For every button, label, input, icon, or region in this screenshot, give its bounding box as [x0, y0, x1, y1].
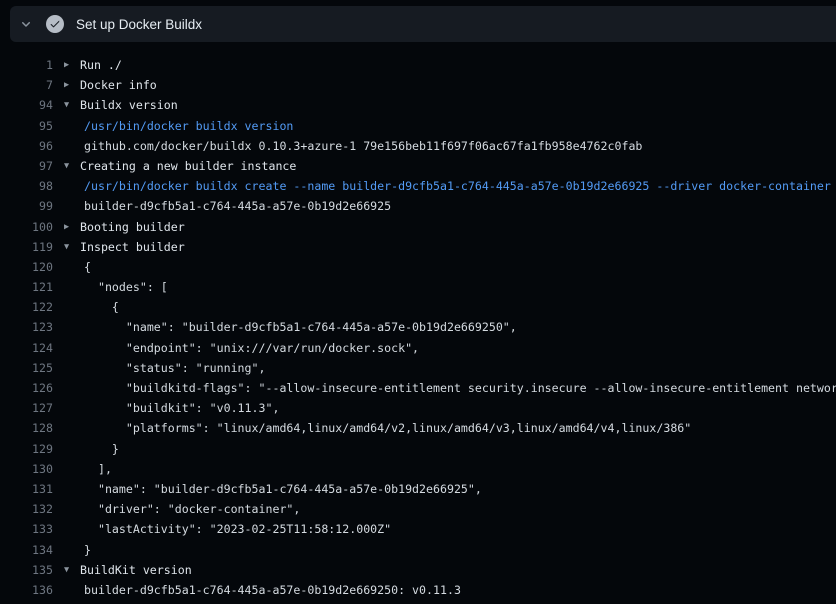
- line-number[interactable]: 124: [0, 338, 53, 358]
- log-output-text: builder-d9cfb5a1-c764-445a-a57e-0b19d2e6…: [84, 580, 461, 600]
- line-number[interactable]: 1: [0, 55, 53, 75]
- log-row: 131 "name": "builder-d9cfb5a1-c764-445a-…: [0, 479, 836, 499]
- log-row: 1 ▶ Run ./: [0, 55, 836, 75]
- log-row: 95 /usr/bin/docker buildx version: [0, 116, 836, 136]
- log-command-text: /usr/bin/docker buildx version: [84, 116, 293, 136]
- log-row: 124 "endpoint": "unix:///var/run/docker.…: [0, 338, 836, 358]
- line-number[interactable]: 122: [0, 297, 53, 317]
- log-row: 97 ▼ Creating a new builder instance: [0, 156, 836, 176]
- log-output-text: "name": "builder-d9cfb5a1-c764-445a-a57e…: [84, 479, 482, 499]
- log-row: 134 }: [0, 540, 836, 560]
- log-group-title[interactable]: Creating a new builder instance: [80, 156, 296, 176]
- line-number[interactable]: 7: [0, 75, 53, 95]
- chevron-down-icon[interactable]: [16, 14, 36, 34]
- group-toggle-icon[interactable]: ▼: [53, 237, 80, 257]
- line-number[interactable]: 132: [0, 499, 53, 519]
- log-row: 94 ▼ Buildx version: [0, 95, 836, 115]
- log-output-text: "status": "running",: [84, 358, 265, 378]
- log-row: 136 builder-d9cfb5a1-c764-445a-a57e-0b19…: [0, 580, 836, 600]
- line-number[interactable]: 119: [0, 237, 53, 257]
- log-output-text: "platforms": "linux/amd64,linux/amd64/v2…: [84, 418, 691, 438]
- log-output-text: {: [84, 257, 91, 277]
- log-row: 133 "lastActivity": "2023-02-25T11:58:12…: [0, 519, 836, 539]
- line-number[interactable]: 120: [0, 257, 53, 277]
- line-number[interactable]: 130: [0, 459, 53, 479]
- log-output-text: github.com/docker/buildx 0.10.3+azure-1 …: [84, 136, 642, 156]
- line-number[interactable]: 121: [0, 277, 53, 297]
- log-output-text: "lastActivity": "2023-02-25T11:58:12.000…: [84, 519, 391, 539]
- log-group-title[interactable]: BuildKit version: [80, 560, 192, 580]
- log-row: 7 ▶ Docker info: [0, 75, 836, 95]
- line-number[interactable]: 98: [0, 176, 53, 196]
- log-group-title[interactable]: Docker info: [80, 75, 157, 95]
- line-number[interactable]: 97: [0, 156, 53, 176]
- group-toggle-icon[interactable]: ▼: [53, 95, 80, 115]
- log-row: 132 "driver": "docker-container",: [0, 499, 836, 519]
- check-circle-icon: [46, 15, 64, 33]
- log-output-text: ],: [84, 459, 112, 479]
- log-output-text: "nodes": [: [84, 277, 168, 297]
- log-output-text: builder-d9cfb5a1-c764-445a-a57e-0b19d2e6…: [84, 196, 391, 216]
- line-number[interactable]: 135: [0, 560, 53, 580]
- log-row: 99 builder-d9cfb5a1-c764-445a-a57e-0b19d…: [0, 196, 836, 216]
- line-number[interactable]: 133: [0, 519, 53, 539]
- step-title: Set up Docker Buildx: [76, 17, 202, 32]
- group-toggle-icon[interactable]: ▼: [53, 156, 80, 176]
- line-number[interactable]: 99: [0, 196, 53, 216]
- log-row: 120 {: [0, 257, 836, 277]
- line-number[interactable]: 126: [0, 378, 53, 398]
- line-number[interactable]: 128: [0, 418, 53, 438]
- group-toggle-icon[interactable]: ▶: [53, 75, 80, 95]
- log-row: 135 ▼ BuildKit version: [0, 560, 836, 580]
- log-row: 128 "platforms": "linux/amd64,linux/amd6…: [0, 418, 836, 438]
- actions-log-page: { "header": { "title": "Set up Docker Bu…: [0, 0, 836, 604]
- log-command-text: /usr/bin/docker buildx create --name bui…: [84, 176, 831, 196]
- log-output-text: "buildkit": "v0.11.3",: [84, 398, 279, 418]
- log-output-text: "name": "builder-d9cfb5a1-c764-445a-a57e…: [84, 317, 517, 337]
- log-row: 125 "status": "running",: [0, 358, 836, 378]
- line-number[interactable]: 127: [0, 398, 53, 418]
- line-number[interactable]: 96: [0, 136, 53, 156]
- log-row: 121 "nodes": [: [0, 277, 836, 297]
- log-row: 119 ▼ Inspect builder: [0, 237, 836, 257]
- log-group-title[interactable]: Buildx version: [80, 95, 178, 115]
- log-lines: 1 ▶ Run ./ 7 ▶ Docker info 94 ▼ Buildx v…: [0, 55, 836, 600]
- log-row: 129 }: [0, 439, 836, 459]
- log-group-title[interactable]: Booting builder: [80, 217, 185, 237]
- log-output-text: "buildkitd-flags": "--allow-insecure-ent…: [84, 378, 836, 398]
- log-row: 98 /usr/bin/docker buildx create --name …: [0, 176, 836, 196]
- line-number[interactable]: 131: [0, 479, 53, 499]
- log-row: 127 "buildkit": "v0.11.3",: [0, 398, 836, 418]
- log-row: 96 github.com/docker/buildx 0.10.3+azure…: [0, 136, 836, 156]
- log-output-text: {: [84, 297, 119, 317]
- log-output-text: "endpoint": "unix:///var/run/docker.sock…: [84, 338, 419, 358]
- log-row: 122 {: [0, 297, 836, 317]
- line-number[interactable]: 94: [0, 95, 53, 115]
- log-row: 100 ▶ Booting builder: [0, 217, 836, 237]
- line-number[interactable]: 136: [0, 580, 53, 600]
- log-row: 130 ],: [0, 459, 836, 479]
- step-header[interactable]: Set up Docker Buildx: [10, 6, 836, 42]
- line-number[interactable]: 95: [0, 116, 53, 136]
- line-number[interactable]: 125: [0, 358, 53, 378]
- log-output-text: }: [84, 439, 119, 459]
- line-number[interactable]: 123: [0, 317, 53, 337]
- line-number[interactable]: 134: [0, 540, 53, 560]
- log-output-text: "driver": "docker-container",: [84, 499, 300, 519]
- line-number[interactable]: 100: [0, 217, 53, 237]
- log-output-text: }: [84, 540, 91, 560]
- line-number[interactable]: 129: [0, 439, 53, 459]
- group-toggle-icon[interactable]: ▶: [53, 55, 80, 75]
- log-row: 126 "buildkitd-flags": "--allow-insecure…: [0, 378, 836, 398]
- log-group-title[interactable]: Run ./: [80, 55, 122, 75]
- log-group-title[interactable]: Inspect builder: [80, 237, 185, 257]
- log-row: 123 "name": "builder-d9cfb5a1-c764-445a-…: [0, 317, 836, 337]
- group-toggle-icon[interactable]: ▼: [53, 560, 80, 580]
- group-toggle-icon[interactable]: ▶: [53, 217, 80, 237]
